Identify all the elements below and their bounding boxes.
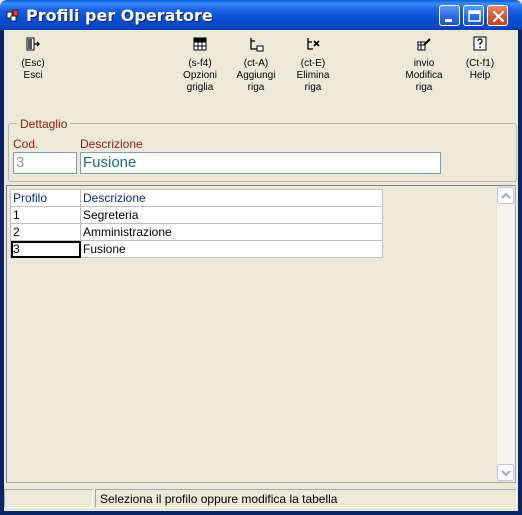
column-header-descrizione[interactable]: Descrizione bbox=[80, 189, 383, 207]
cell-descrizione[interactable]: Amministrazione bbox=[80, 223, 383, 241]
cell-descrizione[interactable]: Segreteria bbox=[80, 206, 383, 224]
add-row-icon bbox=[250, 38, 264, 52]
status-cell-left bbox=[4, 489, 93, 508]
profili-table: Profilo Descrizione 1 Segreteria 2 Ammin… bbox=[10, 189, 383, 258]
grid-panel: Profilo Descrizione 1 Segreteria 2 Ammin… bbox=[6, 185, 516, 483]
modifica-riga-button[interactable]: invio Modifica riga bbox=[400, 36, 448, 94]
status-text: Seleziona il profilo oppure modifica la … bbox=[100, 492, 338, 506]
minimize-button[interactable] bbox=[439, 5, 460, 26]
dettaglio-title: Dettaglio bbox=[17, 117, 71, 131]
modifica-riga-label: invio Modifica riga bbox=[405, 58, 443, 93]
opzioni-griglia-label: (s-f4) Opzioni griglia bbox=[183, 58, 217, 93]
help-label: (Ct-f1) Help bbox=[465, 58, 495, 81]
table-header-row: Profilo Descrizione bbox=[10, 189, 383, 207]
descrizione-label: Descrizione bbox=[80, 137, 143, 151]
app-window: Profili per Operatore (Esc) Esci (s-f4) … bbox=[0, 0, 522, 515]
table-row[interactable]: 3 Fusione bbox=[10, 240, 383, 258]
edit-row-icon bbox=[417, 38, 431, 51]
maximize-button[interactable] bbox=[463, 5, 484, 26]
esci-label: (Esc) Esci bbox=[21, 58, 45, 81]
cell-descrizione[interactable]: Fusione bbox=[80, 240, 383, 258]
help-icon bbox=[473, 36, 487, 51]
close-button[interactable] bbox=[487, 5, 508, 26]
table-row[interactable]: 1 Segreteria bbox=[10, 206, 383, 224]
client-area: (Esc) Esci (s-f4) Opzioni griglia (ct-A)… bbox=[4, 30, 518, 511]
app-icon bbox=[6, 9, 19, 22]
scroll-up-button[interactable] bbox=[497, 187, 514, 204]
opzioni-griglia-button[interactable]: (s-f4) Opzioni griglia bbox=[178, 36, 222, 94]
scroll-down-button[interactable] bbox=[497, 464, 514, 481]
cod-label: Cod. bbox=[13, 137, 39, 151]
title-bar[interactable]: Profili per Operatore bbox=[0, 0, 522, 30]
exit-door-icon bbox=[26, 37, 40, 51]
esci-button[interactable]: (Esc) Esci bbox=[16, 36, 50, 82]
close-icon bbox=[492, 10, 505, 23]
cell-profilo-current[interactable]: 3 bbox=[10, 240, 81, 258]
arrow-up-icon bbox=[501, 192, 511, 199]
dettaglio-group: Dettaglio Cod. Descrizione 3 Fusione bbox=[8, 117, 517, 182]
toolbar: (Esc) Esci (s-f4) Opzioni griglia (ct-A)… bbox=[4, 30, 518, 110]
elimina-riga-label: (ct-E) Elimina riga bbox=[296, 58, 330, 93]
maximize-icon bbox=[468, 10, 481, 22]
aggiungi-riga-label: (ct-A) Aggiungi riga bbox=[236, 58, 276, 93]
status-bar: Seleziona il profilo oppure modifica la … bbox=[4, 487, 518, 509]
delete-row-icon bbox=[307, 38, 320, 50]
aggiungi-riga-button[interactable]: (ct-A) Aggiungi riga bbox=[232, 36, 280, 94]
column-header-profilo[interactable]: Profilo bbox=[10, 189, 81, 207]
elimina-riga-button[interactable]: (ct-E) Elimina riga bbox=[291, 36, 335, 94]
cell-profilo[interactable]: 1 bbox=[10, 206, 81, 224]
window-title: Profili per Operatore bbox=[26, 6, 213, 25]
cod-field[interactable]: 3 bbox=[13, 152, 77, 174]
descrizione-field[interactable]: Fusione bbox=[80, 152, 441, 174]
help-button[interactable]: (Ct-f1) Help bbox=[460, 36, 500, 82]
arrow-down-icon bbox=[501, 470, 511, 477]
grid-options-icon bbox=[193, 37, 207, 51]
vertical-scrollbar[interactable] bbox=[497, 187, 514, 481]
table-row[interactable]: 2 Amministrazione bbox=[10, 223, 383, 241]
cell-profilo[interactable]: 2 bbox=[10, 223, 81, 241]
minimize-icon bbox=[445, 19, 452, 22]
